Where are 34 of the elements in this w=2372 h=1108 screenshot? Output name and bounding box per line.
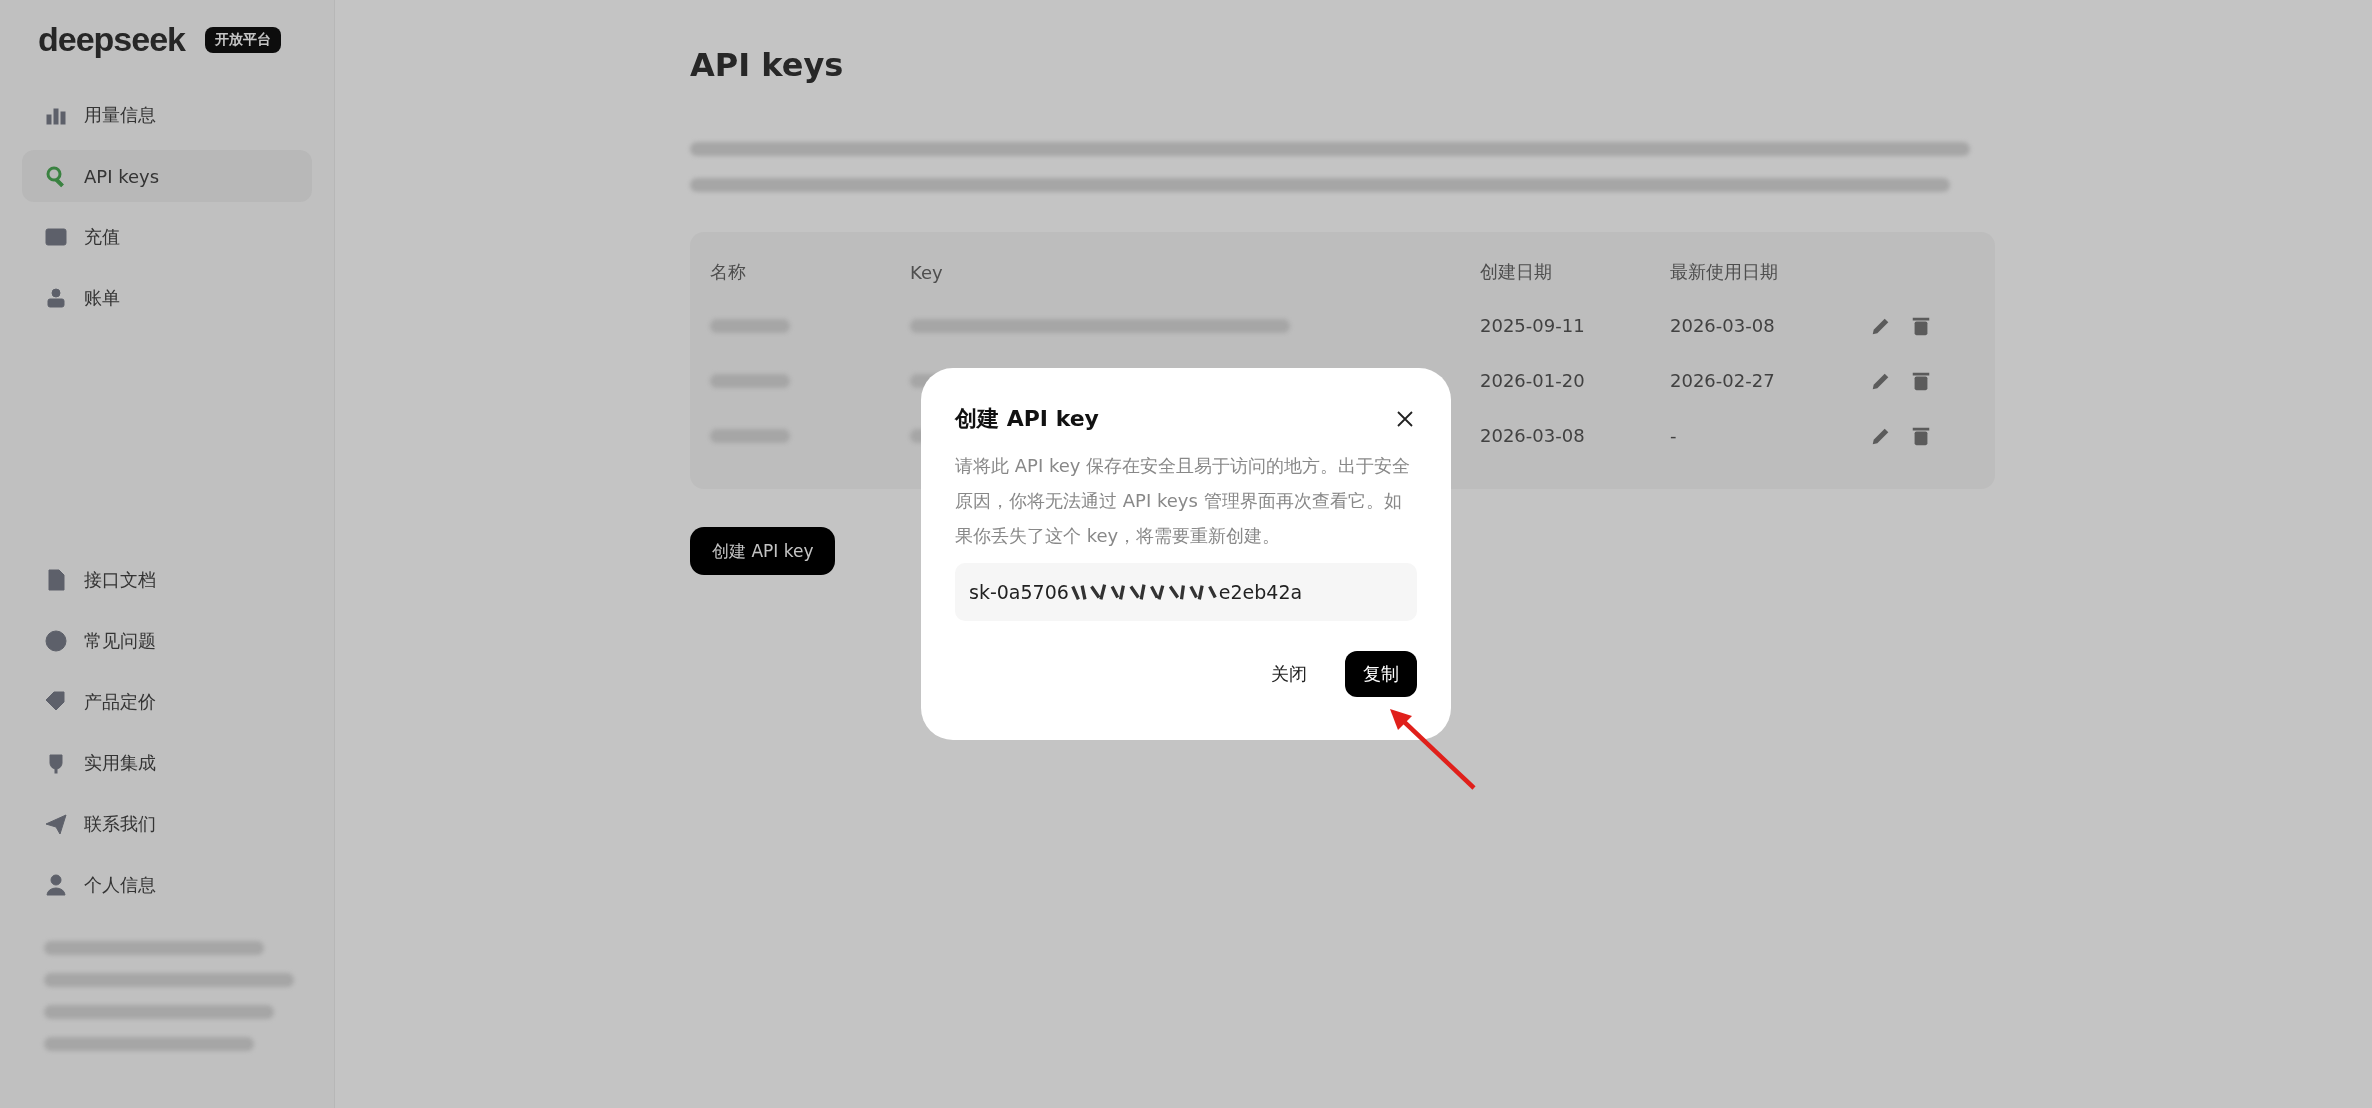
platform-badge: 开放平台: [205, 26, 281, 53]
copy-button[interactable]: 复制: [1345, 651, 1417, 697]
sidebar-item[interactable]: 账单: [22, 272, 312, 324]
card-icon: [44, 225, 68, 249]
dialog-message: 请将此 API key 保存在安全且易于访问的地方。出于安全原因，你将无法通过 API keys 管理界面再次查看它。如果你丢失了这个 key，将需要重新创建。: [955, 454, 1412, 548]
table-cell-text: 2026-02-27: [1670, 370, 1776, 391]
column-header: 创建日期: [1480, 260, 1553, 284]
sidebar-item[interactable]: 接口文档: [22, 554, 312, 606]
close-button[interactable]: 关闭: [1255, 652, 1323, 696]
sidebar-item[interactable]: 用量信息: [22, 89, 312, 141]
sidebar-item[interactable]: API keys: [22, 150, 312, 202]
column-header: 最新使用日期: [1670, 260, 1779, 284]
send-icon: [44, 812, 68, 836]
logo[interactable]: deepseek: [38, 20, 185, 59]
person-icon: [44, 286, 68, 310]
sidebar-item[interactable]: 产品定价: [22, 676, 312, 728]
sidebar-item[interactable]: 个人信息: [22, 859, 312, 911]
table-cell-text: 2026-01-20: [1480, 370, 1586, 391]
dialog-title: 创建 API key: [955, 405, 1099, 433]
sidebar-item[interactable]: 联系我们: [22, 798, 312, 850]
key-field[interactable]: sk-0a5706 e2eb42a: [955, 563, 1417, 621]
table-cell-text: 2025-09-11: [1480, 315, 1586, 336]
table-cell-text: 2026-03-08: [1480, 425, 1586, 446]
circle-icon: [44, 629, 68, 653]
create-key-button[interactable]: 创建 API key: [690, 527, 836, 575]
table-cell-text: 2026-03-08: [1670, 315, 1776, 336]
sidebar-item[interactable]: 充值: [22, 211, 312, 263]
user-icon: [44, 873, 68, 897]
column-header: 名称: [710, 260, 747, 284]
sidebar-item[interactable]: 常见问题: [22, 615, 312, 667]
sidebar-item[interactable]: 实用集成: [22, 737, 312, 789]
table-cell-text: -: [1670, 425, 1678, 446]
column-header: Key: [910, 261, 944, 283]
page-title: API keys: [690, 46, 845, 84]
